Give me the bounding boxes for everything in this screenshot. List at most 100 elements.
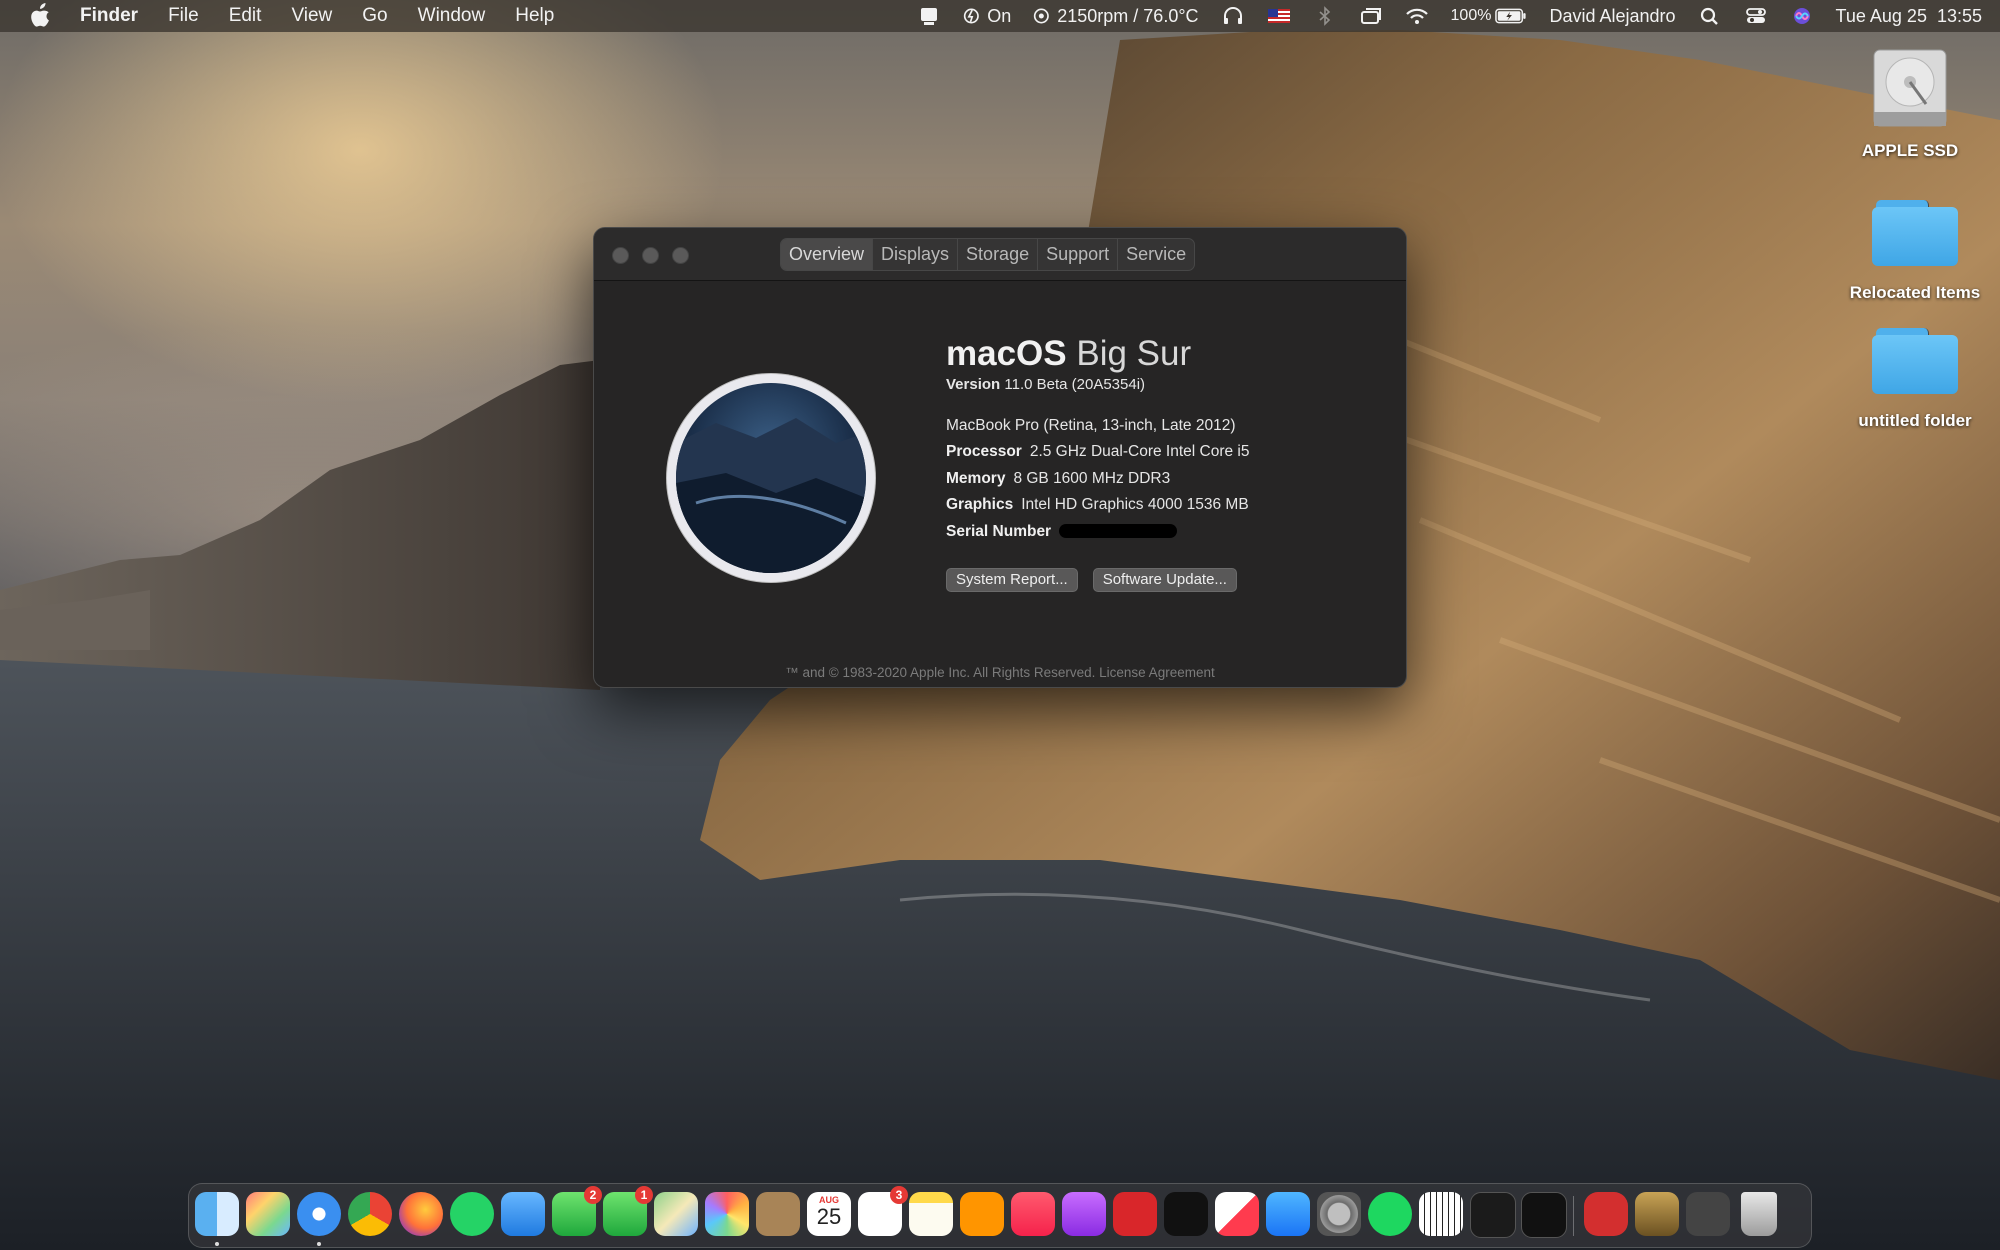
us-flag-icon[interactable] [1267,6,1291,26]
caffeinate-label: On [987,5,1012,26]
tab-displays[interactable]: Displays [873,239,959,270]
app-store-icon[interactable] [1266,1192,1310,1236]
menu-view[interactable]: View [291,5,332,27]
menu-edit[interactable]: Edit [229,5,262,27]
menu-app-name[interactable]: Finder [80,5,138,27]
apple-menu-icon[interactable] [30,3,52,29]
menu-bar: Finder File Edit View Go Window Help On … [0,0,2000,32]
os-name: Big Sur [1076,334,1192,373]
spec-graphics: Graphics Intel HD Graphics 4000 1536 MB [946,492,1250,519]
menu-file[interactable]: File [168,5,199,27]
safari-icon[interactable] [297,1192,341,1236]
adblock-icon[interactable] [1584,1192,1628,1236]
macos-logo [667,374,875,582]
folder-icon [1872,200,1958,266]
window-titlebar[interactable]: Overview Displays Storage Support Servic… [594,228,1406,281]
minimize-button[interactable] [642,247,659,264]
tab-service[interactable]: Service [1118,239,1194,270]
finder-icon[interactable] [195,1192,239,1236]
music-icon[interactable] [1011,1192,1055,1236]
folder-icon [1872,328,1958,394]
tab-overview[interactable]: Overview [781,239,874,270]
window-controls [612,247,689,264]
podcasts-icon[interactable] [1062,1192,1106,1236]
menu-window[interactable]: Window [418,5,486,27]
books-icon[interactable] [960,1192,1004,1236]
tab-support[interactable]: Support [1038,239,1119,270]
action-buttons: System Report... Software Update... [946,568,1250,592]
news-icon[interactable] [1215,1192,1259,1236]
launchpad-icon[interactable] [246,1192,290,1236]
headphones-icon[interactable] [1221,6,1245,26]
notes-icon[interactable] [909,1192,953,1236]
mac-model: MacBook Pro (Retina, 13-inch, Late 2012) [946,417,1236,434]
spec-value: Intel HD Graphics 4000 1536 MB [1021,496,1249,513]
apple-tv-icon[interactable] [1164,1192,1208,1236]
notification-bell-icon[interactable] [917,6,941,26]
system-report-button[interactable]: System Report... [946,568,1078,592]
firefox-icon[interactable] [399,1192,443,1236]
wifi-icon[interactable] [1405,6,1429,26]
battery-status[interactable]: 100% [1451,7,1528,25]
spec-label: Memory [946,469,1006,487]
contacts-icon[interactable] [756,1192,800,1236]
spec-serial: Serial Number [946,519,1250,546]
bluetooth-icon[interactable] [1313,6,1337,26]
running-indicator [317,1242,321,1246]
copyright-footer[interactable]: ™ and © 1983-2020 Apple Inc. All Rights … [594,665,1406,680]
piano-icon[interactable] [1419,1192,1463,1236]
league-of-legends-icon[interactable] [1635,1192,1679,1236]
dock: 2 1 AUG 25 3 [188,1183,1812,1248]
software-update-button[interactable]: Software Update... [1092,568,1237,592]
user-name[interactable]: David Alejandro [1549,6,1675,27]
battery-percent: 100% [1450,7,1492,24]
clock[interactable]: Tue Aug 25 13:55 [1836,6,1982,27]
menu-help[interactable]: Help [515,5,554,27]
desktop-item-label: Relocated Items [1849,283,1981,302]
maps-icon[interactable] [654,1192,698,1236]
spec-label: Graphics [946,496,1014,513]
desktop-item-apple-ssd[interactable]: APPLE SSD [1848,46,1972,161]
mail-icon[interactable] [501,1192,545,1236]
photo-booth-icon[interactable] [1113,1192,1157,1236]
activity-monitor-icon[interactable] [1521,1192,1567,1238]
os-name-bold: macOS [946,334,1067,373]
reminders-badge: 3 [890,1186,908,1204]
terminal-icon[interactable] [1470,1192,1516,1238]
calendar-icon[interactable]: AUG 25 [807,1192,851,1236]
caffeinate-status[interactable]: On [963,6,1011,27]
control-center-icon[interactable] [1744,6,1768,26]
photos-icon[interactable] [705,1192,749,1236]
chrome-icon[interactable] [348,1192,392,1236]
whatsapp-icon[interactable] [450,1192,494,1236]
spotlight-search-icon[interactable] [1698,6,1722,26]
menu-go[interactable]: Go [362,5,387,27]
tab-storage[interactable]: Storage [958,239,1039,270]
system-info: macOS Big Sur Version 11.0 Beta (20A5354… [946,334,1250,592]
messages-icon[interactable]: 1 [603,1186,653,1236]
desktop-item-label: APPLE SSD [1861,141,1959,160]
version-label: Version [946,376,1001,393]
desktop-item-untitled-folder[interactable]: untitled folder [1838,328,1992,431]
siri-icon[interactable] [1790,6,1814,26]
version-value: 11.0 Beta (20A5354i) [1004,376,1146,393]
desktop-item-label: untitled folder [1858,411,1972,430]
trash-icon[interactable] [1741,1192,1777,1236]
running-indicator [215,1242,219,1246]
facetime-icon[interactable]: 2 [552,1186,602,1236]
os-version: Version 11.0 Beta (20A5354i) [946,376,1250,393]
downloads-folder-icon[interactable] [1686,1192,1730,1236]
screen-mirroring-icon[interactable] [1359,6,1383,26]
zoom-button[interactable] [672,247,689,264]
caffeinate-icon [964,8,980,24]
tab-bar: Overview Displays Storage Support Servic… [780,238,1196,271]
serial-redaction [1059,524,1178,539]
reminders-icon[interactable]: 3 [858,1186,908,1236]
desktop-item-relocated-items[interactable]: Relocated Items [1838,200,1992,303]
system-preferences-icon[interactable] [1317,1192,1361,1236]
close-button[interactable] [612,247,629,264]
spec-label: Serial Number [946,522,1052,540]
spotify-icon[interactable] [1368,1192,1412,1236]
fan-label: 2150rpm / 76.0°C [1057,5,1199,26]
fan-status[interactable]: 2150rpm / 76.0°C [1033,5,1199,27]
